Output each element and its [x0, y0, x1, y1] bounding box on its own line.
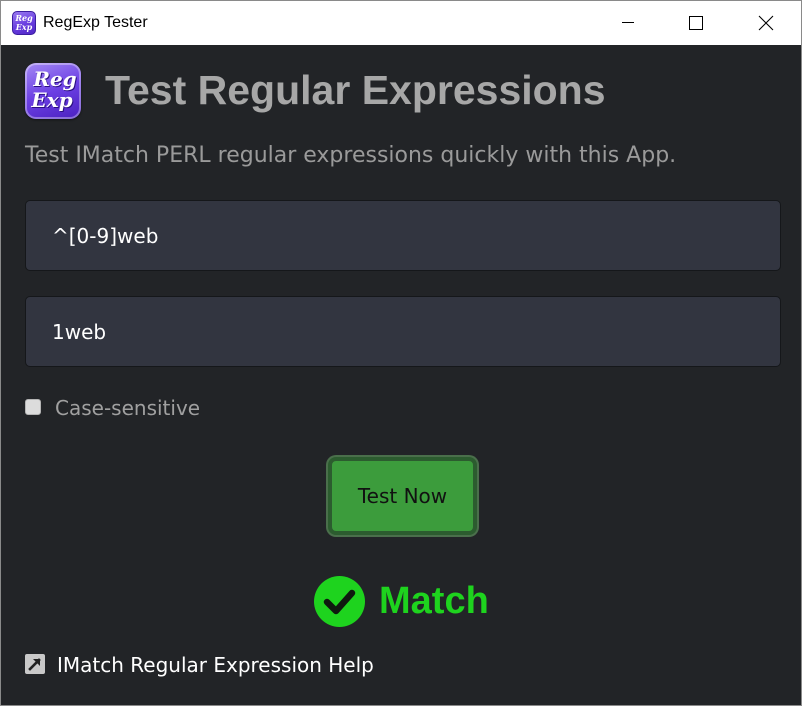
regexp-logo: Reg Exp: [25, 63, 81, 119]
minimize-button[interactable]: [605, 1, 651, 45]
case-sensitive-checkbox[interactable]: [25, 399, 41, 415]
test-now-button[interactable]: Test Now: [328, 457, 477, 535]
regex-field[interactable]: [25, 200, 781, 271]
logo-text-1: Reg: [33, 67, 77, 91]
close-icon: [758, 15, 774, 31]
maximize-icon: [689, 16, 703, 30]
window-title: RegExp Tester: [43, 14, 148, 31]
regex-input[interactable]: [26, 201, 780, 270]
maximize-button[interactable]: [673, 1, 719, 45]
title-bar[interactable]: Reg Exp RegExp Tester: [1, 1, 801, 45]
help-link-text[interactable]: IMatch Regular Expression Help: [57, 651, 374, 679]
test-string-input[interactable]: [26, 297, 780, 366]
title-icon-text-2: Exp: [15, 22, 33, 32]
app-title-icon: Reg Exp: [12, 11, 36, 35]
test-now-label: Test Now: [357, 484, 448, 508]
result-text: Match: [379, 580, 489, 622]
app-window: Reg Exp RegExp Tester Reg Exp Test Regul…: [0, 0, 802, 706]
external-link-icon: [25, 654, 45, 674]
logo-text-2: Exp: [31, 88, 73, 112]
page-title: Test Regular Expressions: [105, 67, 606, 113]
test-string-field[interactable]: [25, 296, 781, 367]
check-circle-icon: [314, 576, 365, 627]
case-sensitive-label[interactable]: Case-sensitive: [55, 395, 200, 421]
minimize-icon: [622, 22, 634, 23]
page-subtitle: Test IMatch PERL regular expressions qui…: [25, 143, 677, 168]
close-button[interactable]: [743, 1, 789, 45]
